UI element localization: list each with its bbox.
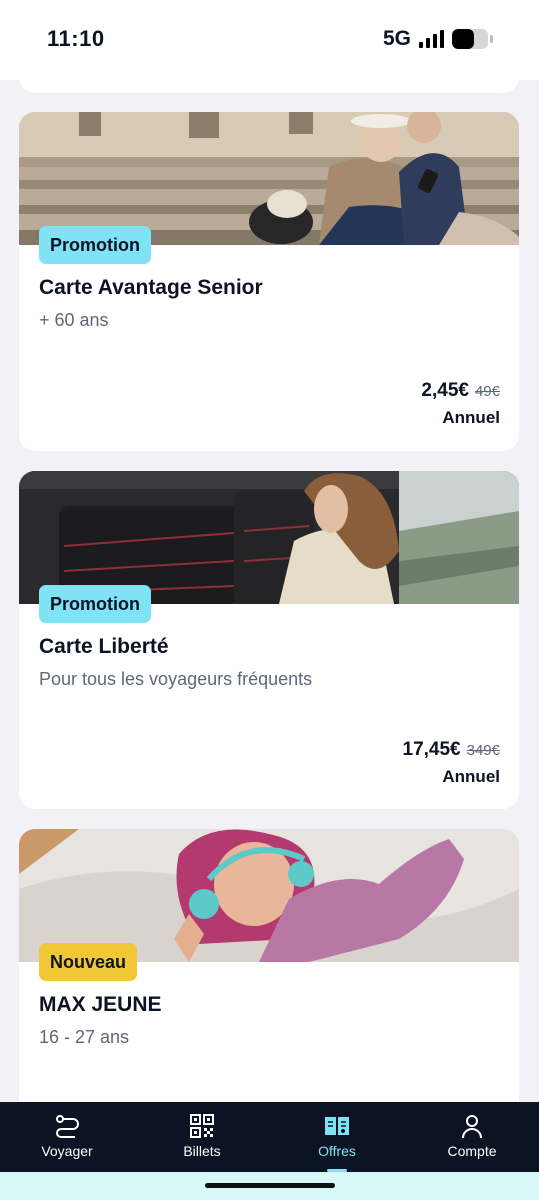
previous-offer-card[interactable] <box>19 60 519 93</box>
route-icon <box>56 1115 79 1138</box>
current-price: 2,45€ <box>421 380 469 401</box>
bottom-tab-bar: Voyager Billets Offres Compte <box>0 1102 539 1172</box>
offer-subtitle: Pour tous les voyageurs fréquents <box>39 669 313 689</box>
offer-title: MAX JEUNE <box>39 993 162 1016</box>
home-indicator[interactable] <box>205 1183 335 1188</box>
status-icons: 5G <box>383 27 493 51</box>
tab-label: Offres <box>318 1143 356 1159</box>
original-price: 49€ <box>474 383 500 400</box>
offer-subtitle: + 60 ans <box>39 310 109 330</box>
offer-card-senior[interactable]: Promotion Carte Avantage Senior + 60 ans… <box>19 112 519 451</box>
price-row: 17,45€ 349€ <box>403 739 501 761</box>
current-price: 17,45€ <box>402 739 461 760</box>
tab-label: Voyager <box>41 1143 93 1159</box>
price-period: Annuel <box>442 767 500 786</box>
tab-voyager[interactable]: Voyager <box>12 1102 122 1172</box>
promotion-badge: Promotion <box>39 226 151 264</box>
offers-icon <box>325 1117 349 1135</box>
tab-label: Compte <box>447 1143 497 1159</box>
tab-offres[interactable]: Offres <box>282 1102 392 1172</box>
qr-code-icon <box>190 1114 214 1138</box>
tab-compte[interactable]: Compte <box>417 1102 527 1172</box>
battery-icon <box>452 29 488 49</box>
price-period: Annuel <box>442 408 500 427</box>
new-badge: Nouveau <box>39 943 138 981</box>
status-time: 11:10 <box>47 26 105 51</box>
offer-title: Carte Avantage Senior <box>39 276 263 299</box>
network-label: 5G <box>382 27 411 50</box>
promotion-badge: Promotion <box>39 585 151 623</box>
tab-billets[interactable]: Billets <box>147 1102 257 1172</box>
tab-label: Billets <box>183 1143 221 1159</box>
home-indicator-area <box>0 1172 539 1200</box>
user-icon <box>462 1115 482 1139</box>
offer-title: Carte Liberté <box>39 635 169 658</box>
battery-tip <box>490 35 493 43</box>
offer-subtitle: 16 - 27 ans <box>39 1027 130 1047</box>
offer-card-liberte[interactable]: Promotion Carte Liberté Pour tous les vo… <box>19 471 519 809</box>
price-row: 2,45€ 49€ <box>421 380 500 402</box>
signal-icon <box>419 30 444 48</box>
original-price: 349€ <box>466 742 500 759</box>
